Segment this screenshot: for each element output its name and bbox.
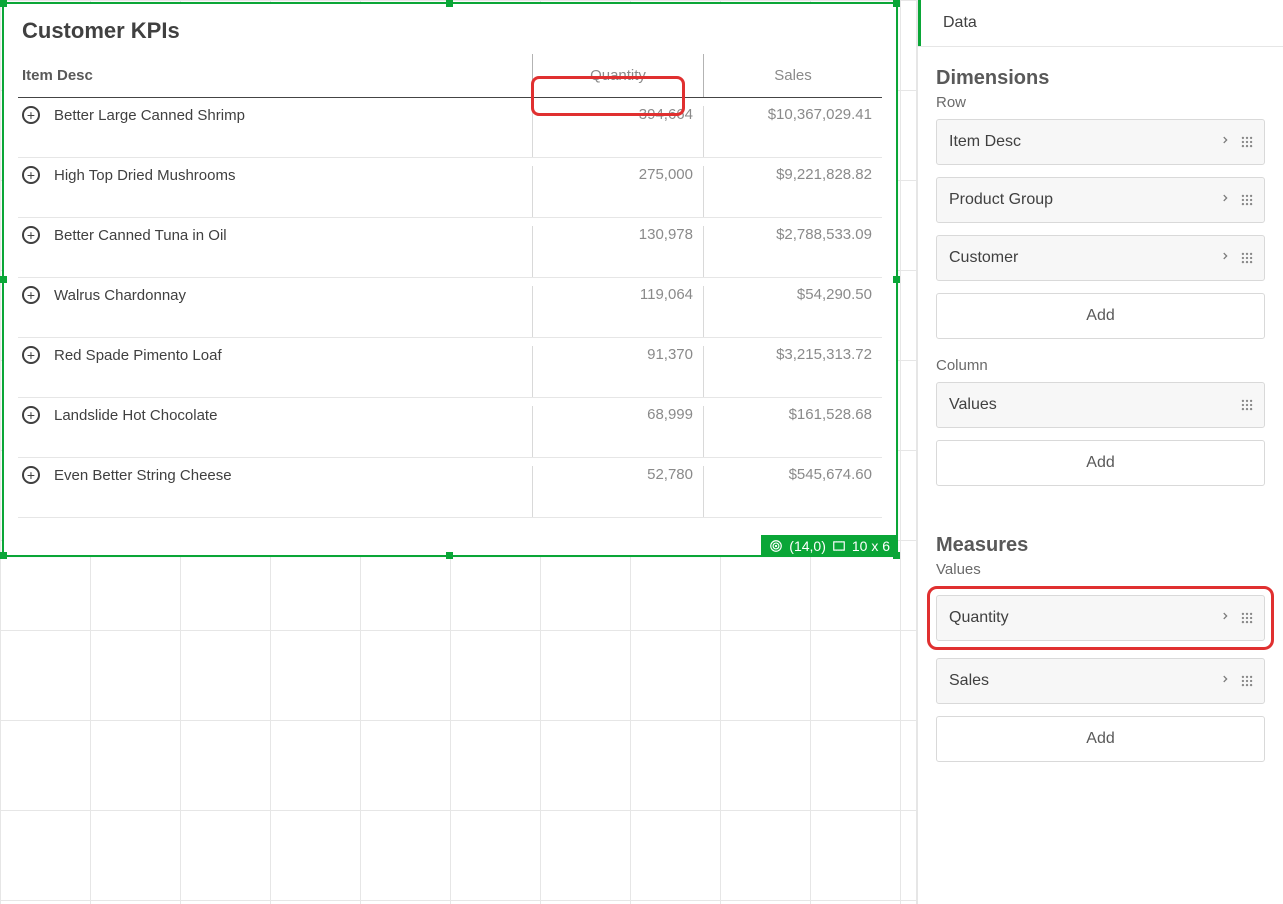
cell-item: Red Spade Pimento Loaf (54, 347, 222, 364)
col-header-quantity[interactable]: Quantity (533, 67, 703, 84)
cell-quantity: 91,370 (533, 346, 703, 363)
resize-handle[interactable] (446, 552, 453, 559)
measure-pill[interactable]: Quantity (936, 595, 1265, 641)
object-geometry-badge: (14,0) 10 x 6 (761, 535, 898, 557)
col-header-sales[interactable]: Sales (704, 67, 882, 84)
drag-handle-icon[interactable] (1240, 193, 1256, 207)
target-icon (769, 539, 783, 553)
expand-icon[interactable]: + (22, 406, 40, 424)
table-row[interactable]: + Better Large Canned Shrimp 394,664$10,36… (18, 98, 882, 158)
pivot-object-selected[interactable]: Customer KPIs Item Desc Quantity Sales +… (2, 2, 898, 557)
table-header-row: Item Desc Quantity Sales (18, 54, 882, 98)
cell-sales: $2,788,533.09 (704, 226, 882, 243)
dimension-column-pill[interactable]: Values (936, 382, 1265, 428)
drag-handle-icon[interactable] (1240, 398, 1256, 412)
table-row[interactable]: + Better Canned Tuna in Oil 130,978$2,788,… (18, 218, 882, 278)
measure-pill[interactable]: Sales (936, 658, 1265, 704)
table-row[interactable]: + Walrus Chardonnay 119,064$54,290.50 (18, 278, 882, 338)
object-position: (14,0) (789, 538, 826, 554)
cell-item: Better Canned Tuna in Oil (54, 227, 227, 244)
chevron-right-icon (1220, 249, 1230, 268)
cell-quantity: 275,000 (533, 166, 703, 183)
sheet-canvas[interactable]: Customer KPIs Item Desc Quantity Sales +… (0, 0, 917, 904)
dimension-row-pill[interactable]: Customer (936, 235, 1265, 281)
cell-quantity: 394,664 (533, 106, 703, 123)
add-column-dimension-button[interactable]: Add (936, 440, 1265, 486)
chevron-right-icon (1220, 609, 1230, 628)
drag-handle-icon[interactable] (1240, 135, 1256, 149)
chevron-right-icon (1220, 191, 1230, 210)
chevron-right-icon (1220, 672, 1230, 691)
cell-sales: $9,221,828.82 (704, 166, 882, 183)
expand-icon[interactable]: + (22, 346, 40, 364)
label-row: Row (936, 94, 1265, 111)
cell-quantity: 68,999 (533, 406, 703, 423)
cell-sales: $10,367,029.41 (704, 106, 882, 123)
section-dimensions: Dimensions (936, 67, 1265, 90)
chevron-right-icon (1220, 133, 1230, 152)
table-row[interactable]: + High Top Dried Mushrooms 275,000$9,221,8… (18, 158, 882, 218)
dimension-row-pill[interactable]: Item Desc (936, 119, 1265, 165)
table-row[interactable]: + Even Better String Cheese 52,780$545,674… (18, 458, 882, 518)
cell-item: High Top Dried Mushrooms (54, 167, 235, 184)
pill-label: Sales (949, 672, 1220, 690)
pill-label: Item Desc (949, 133, 1220, 151)
cell-sales: $3,215,313.72 (704, 346, 882, 363)
section-measures: Measures (936, 534, 1265, 557)
panel-tabs: Data (918, 0, 1283, 47)
dimension-row-pill[interactable]: Product Group (936, 177, 1265, 223)
cell-item: Landslide Hot Chocolate (54, 407, 217, 424)
add-row-dimension-button[interactable]: Add (936, 293, 1265, 339)
expand-icon[interactable]: + (22, 226, 40, 244)
label-column: Column (936, 357, 1265, 374)
cell-item: Better Large Canned Shrimp (54, 107, 245, 124)
cell-item: Walrus Chardonnay (54, 287, 186, 304)
pivot-table: Item Desc Quantity Sales + Better Large C… (18, 54, 882, 518)
table-row[interactable]: + Red Spade Pimento Loaf 91,370$3,215,313.… (18, 338, 882, 398)
expand-icon[interactable]: + (22, 466, 40, 484)
cell-sales: $161,528.68 (704, 406, 882, 423)
cell-quantity: 119,064 (533, 286, 703, 303)
add-measure-button[interactable]: Add (936, 716, 1265, 762)
highlight-quantity-measure: Quantity (927, 586, 1274, 650)
cell-item: Even Better String Cheese (54, 467, 232, 484)
cell-sales: $54,290.50 (704, 286, 882, 303)
pill-label: Quantity (949, 609, 1220, 627)
expand-icon[interactable]: + (22, 166, 40, 184)
cell-sales: $545,674.60 (704, 466, 882, 483)
drag-handle-icon[interactable] (1240, 611, 1256, 625)
col-header-item[interactable]: Item Desc (18, 67, 532, 84)
object-size: 10 x 6 (852, 538, 890, 554)
resize-handle[interactable] (893, 0, 900, 7)
pill-label: Customer (949, 249, 1220, 267)
expand-icon[interactable]: + (22, 286, 40, 304)
resize-handle[interactable] (446, 0, 453, 7)
resize-handle[interactable] (0, 276, 7, 283)
label-values: Values (936, 561, 1265, 578)
cell-quantity: 52,780 (533, 466, 703, 483)
expand-icon[interactable]: + (22, 106, 40, 124)
pill-label: Values (949, 396, 1240, 414)
properties-panel: Data Dimensions Row Item Desc Product Gro… (917, 0, 1283, 904)
size-icon (832, 539, 846, 553)
drag-handle-icon[interactable] (1240, 674, 1256, 688)
chart-title: Customer KPIs (4, 4, 896, 54)
tab-data[interactable]: Data (918, 0, 999, 46)
resize-handle[interactable] (0, 0, 7, 7)
pill-label: Product Group (949, 191, 1220, 209)
cell-quantity: 130,978 (533, 226, 703, 243)
resize-handle[interactable] (893, 276, 900, 283)
resize-handle[interactable] (0, 552, 7, 559)
table-row[interactable]: + Landslide Hot Chocolate 68,999$161,528.6… (18, 398, 882, 458)
drag-handle-icon[interactable] (1240, 251, 1256, 265)
